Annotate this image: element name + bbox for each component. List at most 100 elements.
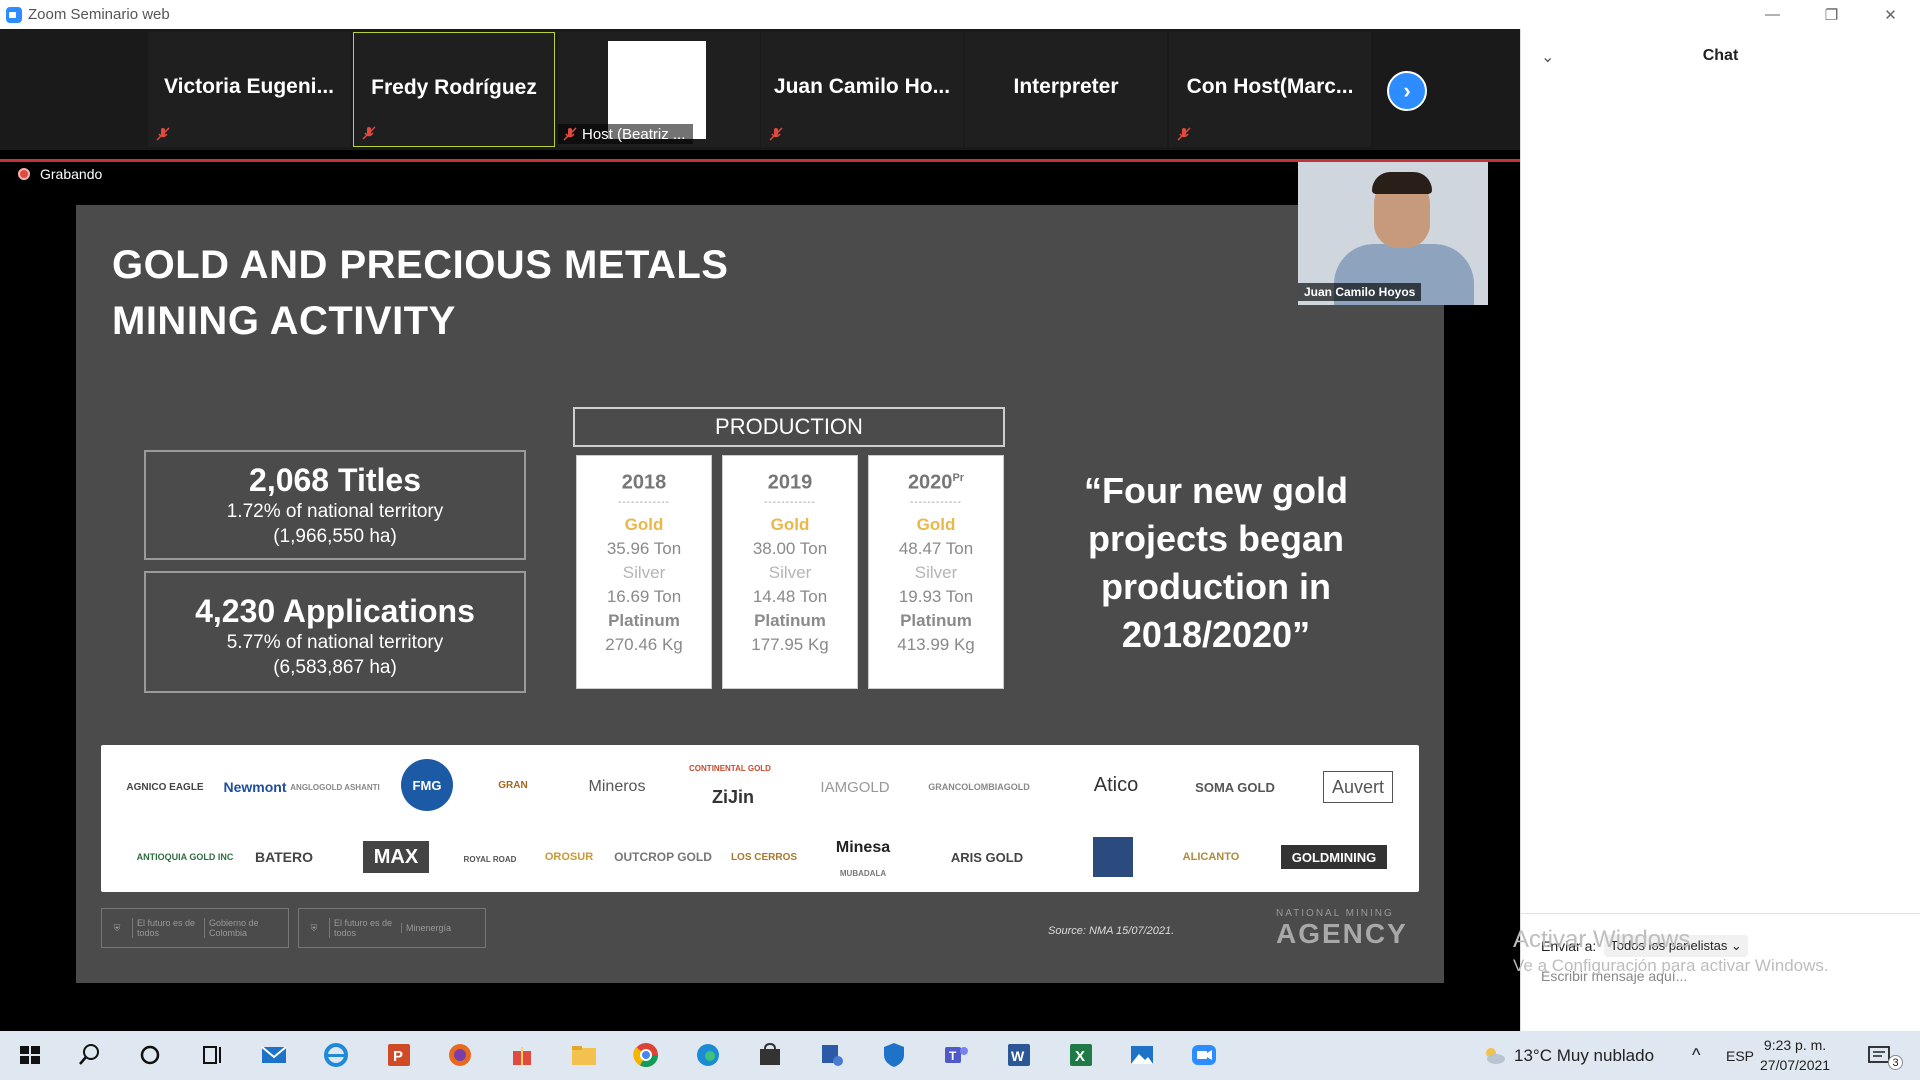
recording-indicator[interactable]: Grabando xyxy=(18,166,102,182)
watermark-line2: Ve a Configuración para activar Windows. xyxy=(1513,956,1829,975)
logo-zijin: ZiJin xyxy=(711,786,754,807)
clock-date: 27/07/2021 xyxy=(1760,1057,1831,1073)
mic-muted-icon xyxy=(362,126,376,140)
powerpoint-icon[interactable]: P xyxy=(382,1039,414,1071)
internet-explorer-icon[interactable] xyxy=(320,1039,352,1071)
titles-stat-box: 2,068 Titles 1.72% of national territory… xyxy=(144,450,526,560)
speaker-camera-overlay[interactable]: Juan Camilo Hoyos xyxy=(1298,162,1488,305)
watermark-line1: Activar Windows xyxy=(1513,926,1691,953)
logo-newmont: Newmont xyxy=(223,779,287,795)
cloudy-weather-icon xyxy=(1486,1047,1505,1064)
clock-time: 9:23 p. m. xyxy=(1763,1037,1827,1053)
stat-value: 4,230 Applications xyxy=(195,593,475,629)
gold-value: 48.47 Ton xyxy=(898,538,974,558)
window-controls: — ❐ ✕ xyxy=(1743,0,1920,29)
participant-name: Victoria Eugeni... xyxy=(164,75,334,98)
next-page-button[interactable]: › xyxy=(1387,71,1427,111)
stat-detail: 1.72% of national territory xyxy=(226,501,444,522)
participant-tile[interactable]: Victoria Eugeni... xyxy=(148,32,350,147)
security-shield-icon[interactable] xyxy=(878,1039,910,1071)
input-language[interactable]: ESP xyxy=(1726,1031,1754,1080)
gold-label: Gold xyxy=(624,514,664,534)
tray-overflow-icon[interactable]: ^ xyxy=(1692,1031,1700,1080)
cortana-icon[interactable] xyxy=(134,1039,166,1071)
close-button[interactable]: ✕ xyxy=(1861,0,1920,29)
gift-icon[interactable] xyxy=(506,1039,538,1071)
participant-video-tile[interactable]: Host (Beatriz ... xyxy=(558,32,760,147)
notifications-button[interactable]: 3 xyxy=(1866,1031,1903,1080)
screen-share-view: Grabando GOLD AND PRECIOUS METALS MINING… xyxy=(0,159,1520,1009)
participant-name: Juan Camilo Ho... xyxy=(773,75,951,98)
gold-value: 35.96 Ton xyxy=(606,538,682,558)
recording-label: Grabando xyxy=(40,166,103,182)
logo-auvert: Auvert xyxy=(1323,771,1393,803)
participant-tile[interactable]: Con Host(Marc... xyxy=(1169,32,1371,147)
company-logos-strip: AGNICO EAGLE Newmont ANGLOGOLD ASHANTI F… xyxy=(101,745,1419,892)
store-icon[interactable] xyxy=(754,1039,786,1071)
platinum-value: 270.46 Kg xyxy=(605,634,683,654)
badge-text: El futuro es de todos xyxy=(132,918,204,938)
participant-name: Con Host(Marc... xyxy=(1186,75,1354,98)
stat-detail: (6,583,867 ha) xyxy=(273,657,397,678)
participant-tile[interactable]: Juan Camilo Ho... xyxy=(761,32,963,147)
year-label: 2020Pr xyxy=(907,471,965,494)
badge-text: Gobierno de Colombia xyxy=(204,918,276,938)
participant-video-label: Host (Beatriz ... xyxy=(558,124,694,144)
year-label: 2018 xyxy=(621,471,667,494)
year-label: 2019 xyxy=(767,471,813,494)
logo-gran: GRAN xyxy=(498,779,528,791)
restore-button[interactable]: ❐ xyxy=(1802,0,1861,29)
excel-icon[interactable]: X xyxy=(1064,1039,1096,1071)
silver-label: Silver xyxy=(914,562,958,582)
chat-panel: ⌄ Chat Enviar a: Todos los panelistas ⌄ … xyxy=(1520,29,1920,1031)
word-icon[interactable]: W xyxy=(1002,1039,1034,1071)
logo-aris-gold: ARIS GOLD xyxy=(950,849,1024,865)
logo-alicanto: ALICANTO xyxy=(1182,851,1240,863)
firefox-icon[interactable] xyxy=(444,1039,476,1071)
window-title-bar: Zoom Seminario web — ❐ ✕ xyxy=(0,0,1920,29)
divider: ------------ xyxy=(910,496,962,508)
logo-los-cerros: LOS CERROS xyxy=(730,851,798,863)
production-year-card: 2020Pr ------------ Gold 48.47 Ton Silve… xyxy=(868,455,1004,689)
svg-text:X: X xyxy=(1075,1048,1085,1065)
camera-name-label: Juan Camilo Hoyos xyxy=(1298,283,1422,301)
logo-mubadala: MUBADALA xyxy=(839,868,887,878)
logo-agnico-eagle: AGNICO EAGLE xyxy=(126,781,204,793)
teams-user-icon[interactable] xyxy=(816,1039,848,1071)
logo-anglogold-ashanti: ANGLOGOLD ASHANTI xyxy=(290,782,380,792)
svg-text:W: W xyxy=(1011,1048,1025,1064)
coat-of-arms-icon: ⛨ xyxy=(310,922,318,933)
logo-gran-colombia-gold: GRANCOLOMBIAGOLD xyxy=(928,782,1030,792)
divider: ------------ xyxy=(618,496,670,508)
production-year-card: 2018 ------------ Gold 35.96 Ton Silver … xyxy=(576,455,712,689)
silver-value: 19.93 Ton xyxy=(898,586,974,606)
divider: ------------ xyxy=(764,496,816,508)
record-icon xyxy=(18,168,30,180)
minimize-button[interactable]: — xyxy=(1743,0,1802,29)
logo-royal-road: ROYAL ROAD xyxy=(463,854,517,864)
production-heading: PRODUCTION xyxy=(573,407,1005,447)
logo-fmg: FMG xyxy=(401,759,453,811)
mic-muted-icon xyxy=(1177,127,1191,141)
badge-text: El futuro es de todos xyxy=(329,918,401,938)
teams-icon[interactable]: T xyxy=(940,1039,972,1071)
taskbar-clock[interactable]: 9:23 p. m. 27/07/2021 xyxy=(1760,1035,1830,1075)
participant-tile-active-speaker[interactable]: Fredy Rodríguez xyxy=(353,32,555,147)
logo-orosur: OROSUR xyxy=(544,851,594,863)
logo-minesa: Minesa xyxy=(835,839,891,856)
photos-icon[interactable] xyxy=(1126,1039,1158,1071)
silver-value: 16.69 Ton xyxy=(606,586,682,606)
logo-mineros: Mineros xyxy=(588,778,646,795)
mail-icon[interactable] xyxy=(258,1039,290,1071)
edge-icon[interactable] xyxy=(692,1039,724,1071)
zoom-icon[interactable] xyxy=(1188,1039,1220,1071)
svg-text:T: T xyxy=(949,1049,957,1063)
task-view-icon[interactable] xyxy=(196,1039,228,1071)
windows-start-icon[interactable] xyxy=(14,1039,46,1071)
chrome-icon[interactable] xyxy=(630,1039,662,1071)
file-explorer-icon[interactable] xyxy=(568,1039,600,1071)
weather-widget[interactable]: 13°C Muy nublado xyxy=(1480,1031,1654,1080)
chat-divider xyxy=(1521,913,1920,914)
search-icon[interactable] xyxy=(74,1039,106,1071)
participant-tile[interactable]: Interpreter xyxy=(965,32,1167,147)
